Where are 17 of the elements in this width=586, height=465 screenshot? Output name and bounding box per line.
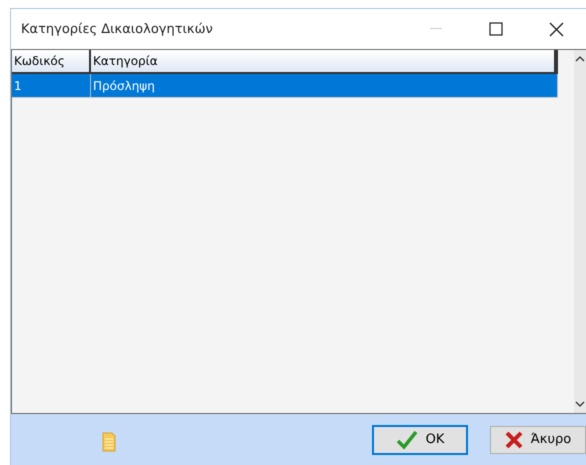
scroll-up-icon[interactable] xyxy=(575,56,585,62)
table-cell: 1 xyxy=(12,74,91,97)
scrollbar[interactable] xyxy=(574,50,586,413)
window-title: Κατηγορίες Δικαιολογητικών xyxy=(21,22,214,36)
scroll-down-icon[interactable] xyxy=(575,401,585,407)
document-icon[interactable] xyxy=(102,432,116,452)
cross-icon xyxy=(504,430,523,448)
checkmark-icon xyxy=(396,430,418,450)
maximize-icon xyxy=(489,22,503,36)
ok-button[interactable]: OK xyxy=(372,424,468,454)
column-header[interactable]: Κατηγορία xyxy=(91,50,556,72)
table-cell: Πρόσληψη xyxy=(91,74,558,97)
close-icon xyxy=(548,22,564,36)
minimize-icon xyxy=(430,28,442,30)
table-row[interactable]: 1 Πρόσληψη xyxy=(12,74,558,98)
cancel-button[interactable]: Άκυρο xyxy=(490,426,586,454)
column-header[interactable]: Κωδικός xyxy=(12,50,91,72)
